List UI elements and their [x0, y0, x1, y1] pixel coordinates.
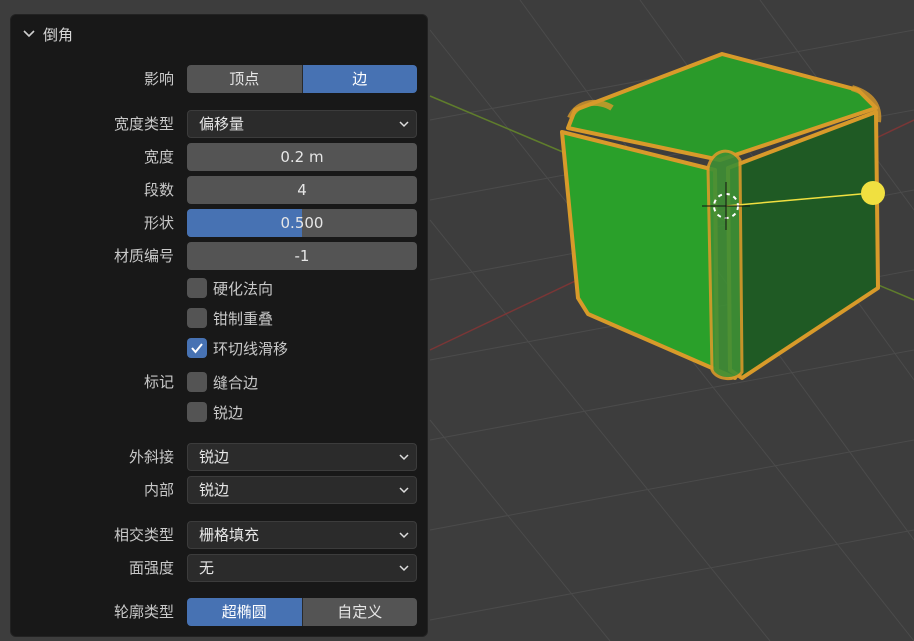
mark-label: 标记	[143, 373, 174, 391]
miter-outer-row: 外斜接 锐边	[11, 443, 429, 471]
panel-title: 倒角	[43, 25, 74, 44]
face-strength-dropdown[interactable]: 无	[187, 554, 417, 582]
shape-slider[interactable]: 0.500	[187, 209, 417, 237]
affect-label: 影响	[143, 70, 174, 88]
chevron-down-icon	[399, 454, 409, 461]
affect-toggle: 顶点 边	[187, 65, 417, 93]
checkbox-box[interactable]	[187, 308, 207, 328]
miter-inner-label: 内部	[143, 481, 174, 499]
shape-row: 形状 0.500	[11, 209, 429, 237]
panel-header[interactable]: 倒角	[21, 24, 73, 44]
intersection-value: 栅格填充	[199, 526, 260, 544]
face-strength-row: 面强度 无	[11, 554, 429, 582]
intersection-dropdown[interactable]: 栅格填充	[187, 521, 417, 549]
miter-inner-row: 内部 锐边	[11, 476, 429, 504]
mark-seam-label: 缝合边	[213, 373, 259, 392]
width-row: 宽度 0.2 m	[11, 143, 429, 171]
intersection-row: 相交类型 栅格填充	[11, 521, 429, 549]
segments-label: 段数	[143, 181, 174, 199]
chevron-down-icon	[399, 487, 409, 494]
affect-edges-button[interactable]: 边	[302, 65, 417, 93]
profile-custom-button[interactable]: 自定义	[302, 598, 417, 626]
miter-outer-value: 锐边	[199, 448, 230, 466]
segments-row: 段数 4	[11, 176, 429, 204]
mark-sharp-label: 锐边	[213, 403, 244, 422]
material-label: 材质编号	[113, 247, 174, 265]
face-strength-label: 面强度	[128, 559, 174, 577]
profile-type-toggle: 超椭圆 自定义	[187, 598, 417, 626]
chevron-down-icon	[399, 121, 409, 128]
segments-value: 4	[297, 181, 307, 199]
miter-inner-value: 锐边	[199, 481, 230, 499]
mark-sharp-checkbox[interactable]: 锐边	[187, 401, 243, 423]
profile-type-label: 轮廓类型	[113, 603, 174, 621]
miter-inner-dropdown[interactable]: 锐边	[187, 476, 417, 504]
chevron-down-icon	[23, 30, 35, 38]
loop-slide-checkbox[interactable]: 环切线滑移	[187, 337, 288, 359]
bevel-operator-panel: 倒角 影响 顶点 边 宽度类型 偏移量 宽度 0.2 m 段数 4 形状 0.5…	[10, 14, 428, 637]
checkbox-box[interactable]	[187, 372, 207, 392]
clamp-overlap-label: 钳制重叠	[213, 309, 274, 328]
material-value: -1	[294, 247, 310, 265]
gizmo-handle	[861, 181, 885, 205]
chevron-down-icon	[399, 565, 409, 572]
loop-slide-label: 环切线滑移	[213, 339, 289, 358]
width-type-value: 偏移量	[199, 115, 245, 133]
width-label: 宽度	[143, 148, 174, 166]
profile-superellipse-button[interactable]: 超椭圆	[187, 598, 303, 626]
checkbox-box[interactable]	[187, 278, 207, 298]
shape-value: 0.500	[280, 214, 324, 232]
face-strength-value: 无	[199, 559, 215, 577]
material-field[interactable]: -1	[187, 242, 417, 270]
affect-vertices-button[interactable]: 顶点	[187, 65, 303, 93]
material-row: 材质编号 -1	[11, 242, 429, 270]
mark-seam-checkbox[interactable]: 缝合边	[187, 371, 258, 393]
miter-outer-dropdown[interactable]: 锐边	[187, 443, 417, 471]
width-type-dropdown[interactable]: 偏移量	[187, 110, 417, 138]
width-type-label: 宽度类型	[113, 115, 174, 133]
harden-normals-label: 硬化法向	[213, 279, 274, 298]
profile-type-row: 轮廓类型 超椭圆 自定义	[11, 598, 429, 626]
segments-field[interactable]: 4	[187, 176, 417, 204]
checkbox-box[interactable]	[187, 402, 207, 422]
checkmark-icon	[191, 343, 203, 354]
cube-bevel-edge	[706, 149, 744, 380]
width-field[interactable]: 0.2 m	[187, 143, 417, 171]
affect-row: 影响 顶点 边	[11, 65, 429, 93]
clamp-overlap-checkbox[interactable]: 钳制重叠	[187, 307, 273, 329]
miter-outer-label: 外斜接	[128, 448, 174, 466]
chevron-down-icon	[399, 532, 409, 539]
shape-label: 形状	[143, 214, 174, 232]
harden-normals-checkbox[interactable]: 硬化法向	[187, 277, 273, 299]
width-value: 0.2 m	[280, 148, 324, 166]
intersection-label: 相交类型	[113, 526, 174, 544]
checkbox-box[interactable]	[187, 338, 207, 358]
width-type-row: 宽度类型 偏移量	[11, 110, 429, 138]
